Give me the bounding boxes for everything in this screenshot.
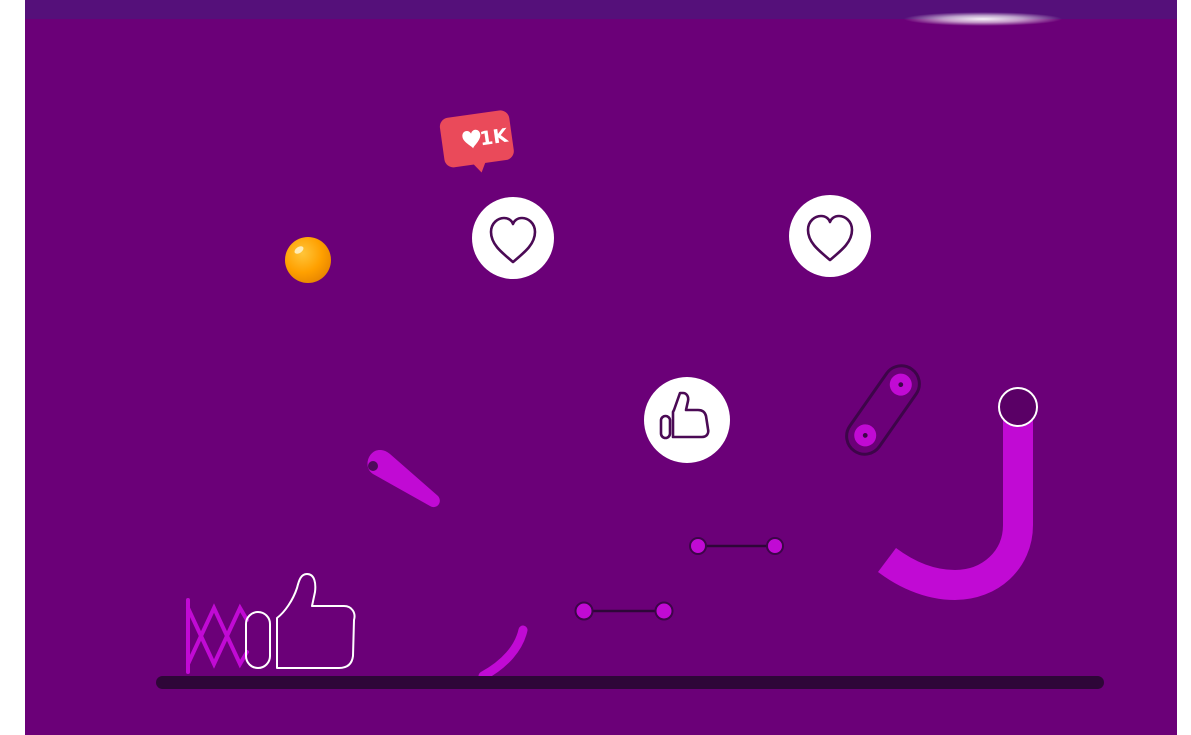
left-paddle — [367, 450, 440, 508]
curved-rail — [478, 625, 528, 681]
thumbs-up-bumper[interactable] — [644, 377, 730, 463]
thumbs-up-outline-icon — [276, 573, 356, 669]
scissor-spring — [186, 598, 249, 674]
launcher-plunger[interactable] — [245, 611, 271, 669]
connector-bar — [689, 537, 784, 555]
heart-bumper[interactable] — [472, 197, 554, 279]
like-count: 1K — [478, 124, 510, 150]
pinball-scene[interactable]: 1K — [25, 0, 1177, 735]
like-notification-badge: 1K — [439, 110, 514, 173]
j-tube — [878, 387, 1038, 601]
connector-bar — [574, 601, 674, 621]
pinball-ball — [285, 237, 331, 283]
game-stage[interactable]: 1K — [25, 0, 1177, 735]
rotating-bar — [845, 364, 921, 456]
floor — [156, 676, 1104, 689]
heart-bumper[interactable] — [789, 195, 871, 277]
